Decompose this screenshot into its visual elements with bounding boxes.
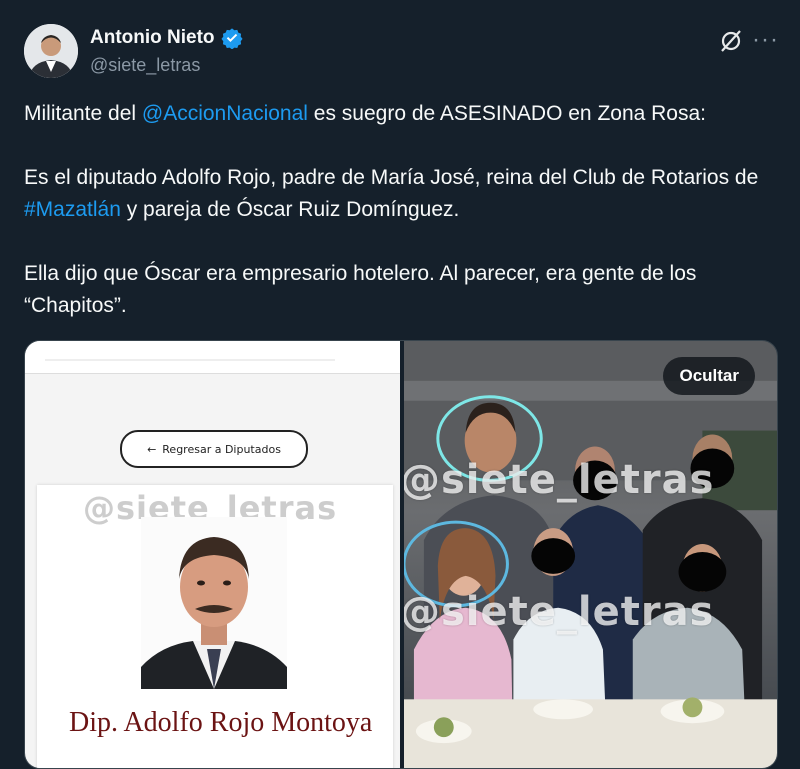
tweet-paragraph-2: Es el diputado Adolfo Rojo, padre de Mar…	[24, 162, 784, 226]
tweet-media[interactable]: ← Regresar a Diputados @siete_letras Dip…	[24, 340, 778, 769]
page-top-bar	[25, 341, 400, 374]
watermark: @siete_letras	[404, 589, 715, 635]
verified-badge-icon	[220, 28, 243, 49]
author-name[interactable]: Antonio Nieto	[90, 27, 243, 49]
tweet-line-1: Militante del @AccionNacional es suegro …	[24, 98, 784, 130]
media-image-right[interactable]: @siete_letras @siete_letras Ocultar	[404, 341, 777, 768]
deputy-name: Dip. Adolfo Rojo Montoya	[69, 707, 373, 738]
media-image-left[interactable]: ← Regresar a Diputados @siete_letras Dip…	[25, 341, 400, 768]
watermark: @siete_letras	[404, 457, 715, 503]
hide-media-button[interactable]: Ocultar	[663, 357, 755, 395]
event-photo	[404, 341, 777, 768]
more-options-icon[interactable]: ···	[752, 26, 779, 54]
grok-icon[interactable]	[718, 28, 744, 54]
author-name-text[interactable]: Antonio Nieto	[90, 27, 215, 49]
text-segment: es suegro de ASESINADO en Zona Rosa:	[307, 102, 706, 125]
mention-link[interactable]: @AccionNacional	[142, 102, 308, 125]
back-to-diputados-button: ← Regresar a Diputados	[120, 430, 308, 468]
back-button-label: Regresar a Diputados	[162, 442, 281, 456]
avatar[interactable]	[24, 24, 78, 78]
portrait-photo	[141, 517, 287, 689]
tweet-paragraph-3: Ella dijo que Óscar era empresario hotel…	[24, 262, 697, 317]
tweet-text: Militante del @AccionNacional es suegro …	[24, 98, 784, 322]
text-segment: Militante del	[24, 102, 142, 125]
hashtag-link[interactable]: #Mazatlán	[24, 198, 121, 221]
arrow-left-icon: ←	[147, 442, 157, 456]
text-segment: y pareja de Óscar Ruiz Domínguez.	[120, 198, 460, 221]
text-segment: Es el diputado Adolfo Rojo, padre de Mar…	[24, 166, 759, 189]
author-handle[interactable]: @siete_letras	[90, 55, 200, 76]
